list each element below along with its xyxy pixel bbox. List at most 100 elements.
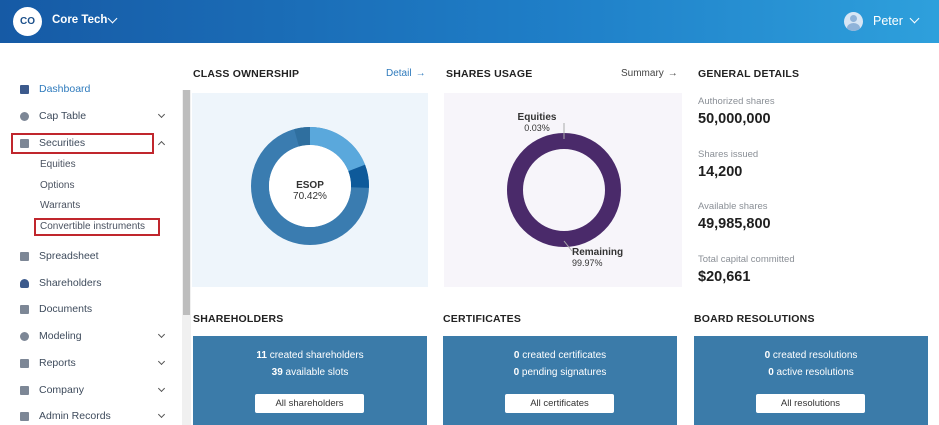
person-icon	[20, 278, 29, 288]
remaining-label: Remaining	[572, 247, 624, 258]
chevron-down-icon[interactable]	[157, 357, 166, 366]
user-avatar-icon[interactable]	[844, 12, 863, 31]
total-capital-value: $20,661	[698, 269, 751, 285]
available-shares-label: Available shares	[698, 201, 768, 212]
sidebar-item-label: Modeling	[39, 330, 82, 342]
equities-label-group: Equities 0.03%	[502, 112, 572, 133]
remaining-label-group: Remaining 99.97%	[572, 247, 642, 268]
company-icon	[20, 385, 29, 395]
total-capital-label: Total capital committed	[698, 254, 795, 265]
resolutions-active-line: 0 active resolutions	[694, 367, 928, 378]
chevron-down-icon[interactable]	[157, 330, 166, 339]
authorized-shares-value: 50,000,000	[698, 111, 771, 127]
sidebar-item-label: Spreadsheet	[39, 250, 99, 262]
donut-segment-remaining[interactable]	[507, 133, 621, 247]
sidebar-item-modeling[interactable]: Modeling	[20, 328, 82, 344]
arrow-right-icon: →	[415, 68, 426, 79]
sidebar-item-spreadsheet[interactable]: Spreadsheet	[20, 248, 99, 264]
shares-issued-value: 14,200	[698, 164, 743, 180]
sidebar-subitem-options[interactable]: Options	[40, 180, 74, 191]
sidebar-item-label: Dashboard	[39, 83, 91, 95]
slots-text: available slots	[285, 367, 349, 378]
pending-text: pending signatures	[521, 367, 607, 378]
scrollbar-thumb[interactable]	[183, 90, 190, 315]
arrow-right-icon: →	[667, 68, 678, 79]
sidebar-item-shareholders[interactable]: Shareholders	[20, 275, 101, 291]
company-name[interactable]: Core Tech	[52, 14, 107, 26]
sidebar-item-reports[interactable]: Reports	[20, 355, 76, 371]
chevron-down-icon[interactable]	[157, 410, 166, 419]
equities-value: 0.03%	[524, 123, 550, 133]
all-resolutions-button[interactable]: All resolutions	[756, 394, 865, 413]
shares-usage-title: SHARES USAGE	[446, 68, 533, 80]
summary-link[interactable]: Summary →	[621, 68, 678, 79]
detail-link-label: Detail	[386, 68, 412, 79]
pie-chart-icon	[20, 111, 29, 121]
class-ownership-chart-area: ESOP 70.42%	[192, 93, 428, 287]
created-text: created resolutions	[772, 350, 858, 361]
certificates-pending-line: 0 pending signatures	[443, 367, 677, 378]
created-text: created shareholders	[269, 350, 364, 361]
sidebar-item-company[interactable]: Company	[20, 382, 84, 398]
sidebar-subitem-warrants[interactable]: Warrants	[40, 200, 80, 211]
class-ownership-title: CLASS OWNERSHIP	[193, 68, 300, 80]
documents-icon	[20, 304, 29, 314]
sidebar-item-label: Shareholders	[39, 277, 102, 289]
shares-issued-label: Shares issued	[698, 149, 759, 160]
certificates-created-line: 0 created certificates	[443, 350, 677, 361]
dashboard-icon	[20, 84, 29, 94]
all-certificates-button[interactable]: All certificates	[505, 394, 614, 413]
chevron-down-icon[interactable]	[157, 110, 166, 119]
sidebar-item-securities[interactable]: Securities	[20, 135, 85, 151]
chevron-down-icon[interactable]	[157, 384, 166, 393]
sidebar-item-admin-records[interactable]: Admin Records	[20, 408, 111, 424]
chevron-up-icon[interactable]	[157, 140, 166, 149]
user-name[interactable]: Peter	[873, 14, 903, 28]
sidebar-item-documents[interactable]: Documents	[20, 301, 92, 317]
lightbulb-icon	[20, 331, 29, 341]
certificates-title: CERTIFICATES	[443, 313, 522, 325]
board-resolutions-title: BOARD RESOLUTIONS	[694, 313, 815, 325]
sidebar-item-label: Admin Records	[39, 410, 111, 422]
sidebar-item-cap-table[interactable]: Cap Table	[20, 108, 86, 124]
available-shares-value: 49,985,800	[698, 216, 771, 232]
sidebar-item-label: Documents	[39, 303, 93, 315]
summary-link-label: Summary	[621, 68, 664, 79]
equities-label: Equities	[517, 112, 557, 123]
sidebar-item-label: Securities	[39, 137, 86, 149]
shareholders-card: 11 created shareholders 39 available slo…	[193, 336, 427, 425]
sidebar-item-label: Reports	[39, 357, 76, 369]
esop-label: ESOP	[296, 180, 324, 191]
slots-count: 39	[271, 367, 283, 378]
esop-center-label: ESOP 70.42%	[280, 180, 340, 202]
all-shareholders-button[interactable]: All shareholders	[255, 394, 364, 413]
spreadsheet-icon	[20, 251, 29, 261]
chevron-down-icon[interactable]	[107, 13, 118, 24]
esop-value: 70.42%	[293, 191, 327, 202]
company-logo[interactable]: CO	[13, 7, 42, 36]
certificates-card: 0 created certificates 0 pending signatu…	[443, 336, 677, 425]
admin-records-icon	[20, 411, 29, 421]
detail-link[interactable]: Detail →	[386, 68, 426, 79]
chevron-down-icon[interactable]	[909, 13, 920, 24]
clipboard-icon	[20, 138, 29, 148]
active-count: 0	[768, 367, 774, 378]
sidebar-subitem-equities[interactable]: Equities	[40, 159, 76, 170]
pending-count: 0	[513, 367, 520, 378]
shareholders-created-line: 11 created shareholders	[193, 350, 427, 361]
reports-icon	[20, 358, 29, 368]
resolutions-created-line: 0 created resolutions	[694, 350, 928, 361]
sidebar-item-label: Company	[39, 384, 84, 396]
created-text: created certificates	[522, 350, 607, 361]
created-count: 0	[513, 350, 520, 361]
active-text: active resolutions	[776, 367, 854, 378]
created-count: 11	[256, 350, 267, 361]
board-resolutions-card: 0 created resolutions 0 active resolutio…	[694, 336, 928, 425]
sidebar-subitem-convertible-instruments[interactable]: Convertible instruments	[40, 221, 145, 232]
sidebar-item-dashboard[interactable]: Dashboard	[20, 81, 90, 97]
shares-usage-chart-area: Equities 0.03% Remaining 99.97%	[444, 93, 682, 287]
created-count: 0	[764, 350, 771, 361]
top-bar: CO Core Tech Peter	[0, 0, 939, 43]
shareholders-slots-line: 39 available slots	[193, 367, 427, 378]
shareholders-title: SHAREHOLDERS	[193, 313, 284, 325]
